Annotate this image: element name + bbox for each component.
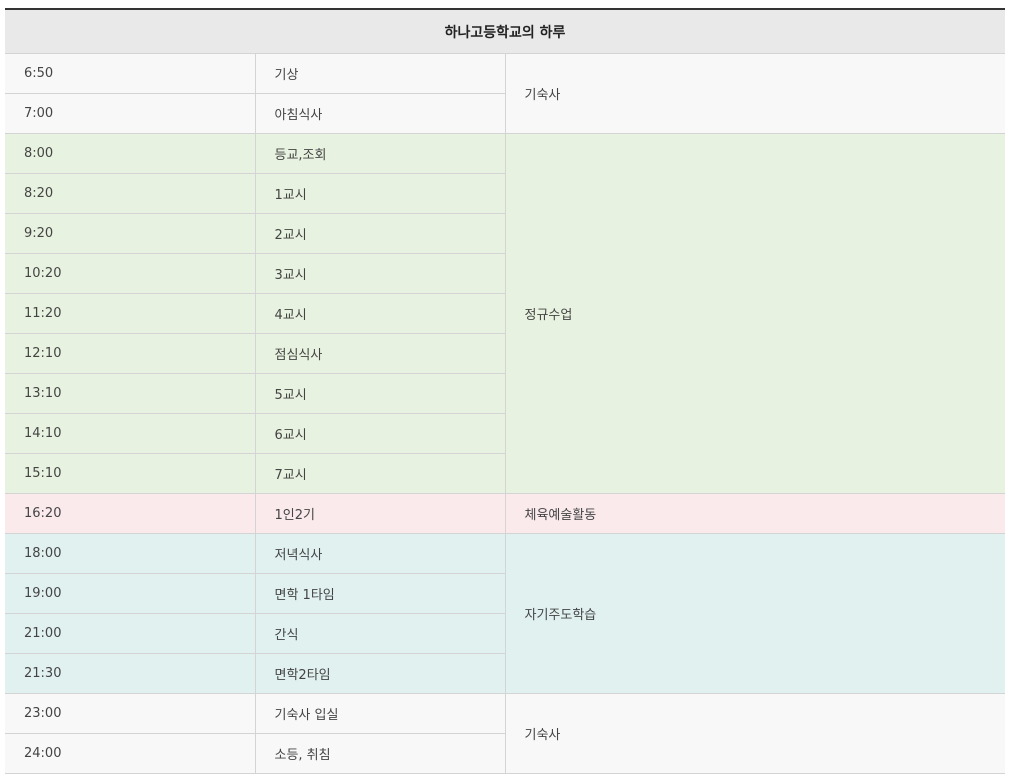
activity-cell: 소등, 취침 (254, 733, 505, 774)
activity-cell: 기상 (254, 53, 505, 94)
activity-cell: 2교시 (254, 213, 505, 254)
group-cell-self-study: 자기주도학습 (504, 533, 1005, 694)
group-cell-dormitory-morning: 기숙사 (504, 53, 1005, 134)
activity-cell: 등교,조회 (254, 133, 505, 174)
activity-cell: 3교시 (254, 253, 505, 294)
time-cell: 19:00 (5, 573, 255, 614)
activity-cell: 기숙사 입실 (254, 693, 505, 734)
time-cell: 8:00 (5, 133, 255, 174)
activity-cell: 면학 1타임 (254, 573, 505, 614)
activity-cell: 7교시 (254, 453, 505, 494)
time-cell: 13:10 (5, 373, 255, 414)
table-title: 하나고등학교의 하루 (5, 8, 1005, 54)
time-cell: 14:10 (5, 413, 255, 454)
activity-cell: 4교시 (254, 293, 505, 334)
activity-cell: 6교시 (254, 413, 505, 454)
time-cell: 9:20 (5, 213, 255, 254)
table-row: 23:00 기숙사 입실 기숙사 (5, 693, 1005, 774)
schedule-container: 하나고등학교의 하루 6:50 기상 기숙사 7:00 아침식사 8:00 등교… (5, 8, 1005, 774)
table-row: 16:20 1인2기 체육예술활동 (5, 493, 1005, 534)
activity-cell: 아침식사 (254, 93, 505, 134)
table-header-row: 하나고등학교의 하루 (5, 8, 1005, 54)
activity-cell: 저녁식사 (254, 533, 505, 574)
table-row: 18:00 저녁식사 자기주도학습 (5, 533, 1005, 694)
table-row: 8:00 등교,조회 정규수업 (5, 133, 1005, 494)
activity-cell: 점심식사 (254, 333, 505, 374)
table-row: 6:50 기상 기숙사 (5, 53, 1005, 134)
activity-cell: 1교시 (254, 173, 505, 214)
time-cell: 10:20 (5, 253, 255, 294)
group-cell-dormitory-night: 기숙사 (504, 693, 1005, 774)
activity-cell: 1인2기 (254, 493, 505, 534)
time-cell: 8:20 (5, 173, 255, 214)
time-cell: 7:00 (5, 93, 255, 134)
daily-schedule-table: 하나고등학교의 하루 6:50 기상 기숙사 7:00 아침식사 8:00 등교… (5, 8, 1005, 774)
group-cell-regular-classes: 정규수업 (504, 133, 1005, 494)
group-cell-sports-arts: 체육예술활동 (504, 493, 1005, 534)
time-cell: 24:00 (5, 733, 255, 774)
time-cell: 15:10 (5, 453, 255, 494)
time-cell: 21:00 (5, 613, 255, 654)
activity-cell: 간식 (254, 613, 505, 654)
time-cell: 21:30 (5, 653, 255, 694)
activity-cell: 5교시 (254, 373, 505, 414)
time-cell: 6:50 (5, 53, 255, 94)
activity-cell: 면학2타임 (254, 653, 505, 694)
time-cell: 18:00 (5, 533, 255, 574)
time-cell: 16:20 (5, 493, 255, 534)
time-cell: 12:10 (5, 333, 255, 374)
time-cell: 11:20 (5, 293, 255, 334)
time-cell: 23:00 (5, 693, 255, 734)
